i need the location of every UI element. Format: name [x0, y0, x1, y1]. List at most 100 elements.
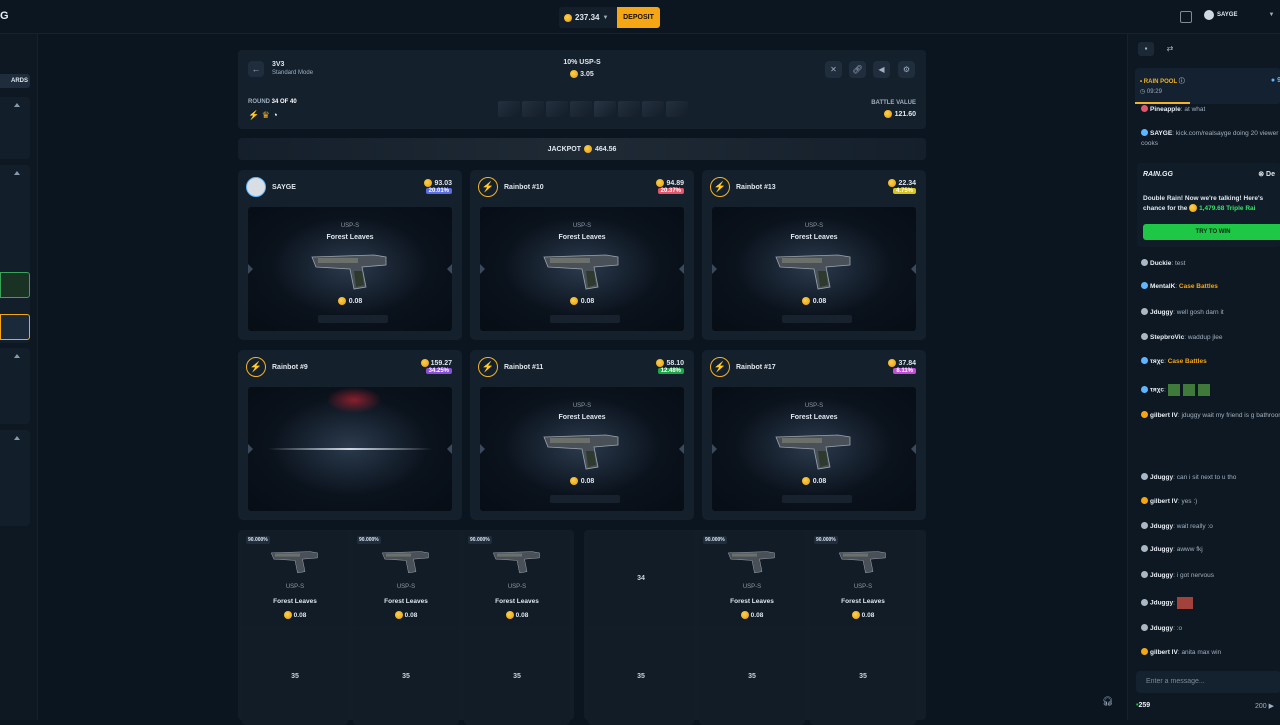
try-to-win-button[interactable]: TRY TO WIN	[1143, 224, 1280, 240]
reel	[248, 387, 452, 511]
chat-username[interactable]: gilbert IV	[1150, 498, 1178, 505]
chat-username[interactable]: gilbert IV	[1150, 412, 1178, 419]
result-cell: 35	[810, 630, 916, 725]
chat-username[interactable]: Duckie	[1150, 260, 1171, 267]
battle-modifiers: ⚡ ♛ ◔	[248, 110, 278, 121]
reel-marker-right	[447, 264, 452, 274]
chat-username[interactable]: Pineapple	[1150, 106, 1181, 113]
chat-input[interactable]: Enter a message...	[1136, 671, 1280, 693]
chat-username[interactable]: SAYGE	[1150, 130, 1172, 137]
chat-username[interactable]: τяχc	[1150, 387, 1164, 394]
gear-icon[interactable]: ⚙	[898, 61, 915, 78]
case-thumb	[498, 101, 520, 117]
chat-message: Jduggy: i got nervous	[1141, 571, 1280, 581]
coin-icon	[656, 359, 665, 367]
user-badge-icon	[1141, 129, 1148, 136]
item-name: Forest Leaves	[841, 598, 885, 605]
rain-logo: RAIN.GG	[1143, 171, 1173, 178]
chat-bubble-icon[interactable]: ▪	[1138, 42, 1154, 56]
chevron-up-icon[interactable]	[14, 171, 20, 175]
balance-display[interactable]: 237.34 ▼	[559, 7, 617, 28]
deposit-button[interactable]: DEPOSIT	[617, 7, 660, 28]
chat-username[interactable]: Jduggy	[1150, 600, 1173, 607]
reel: USP-S Forest Leaves 0.08	[480, 387, 684, 511]
chevron-up-icon[interactable]	[14, 354, 20, 358]
user-badge-icon	[1141, 624, 1148, 631]
player-name: Rainbot #17	[736, 364, 776, 371]
rain-timer: ◷ 09:29	[1140, 89, 1162, 95]
promo-close[interactable]: ⊗ De	[1258, 170, 1275, 178]
pie-icon: ◔	[272, 110, 278, 120]
chat-message: StepbroVic: waddup jlee	[1141, 333, 1280, 343]
reel-marker-left	[248, 444, 253, 454]
user-badge-icon	[1141, 571, 1148, 578]
sidebar-item[interactable]	[0, 272, 30, 298]
pistol-image	[492, 551, 540, 574]
item-subtitle: USP-S	[853, 584, 873, 590]
chat-username[interactable]: Jduggy	[1150, 546, 1173, 553]
chevron-up-icon[interactable]	[14, 103, 20, 107]
chat-message: τяχc:	[1141, 384, 1280, 396]
swap-icon[interactable]: ⇄	[1162, 42, 1178, 56]
chat-username[interactable]: τяχc	[1150, 358, 1164, 365]
leaderboards-button[interactable]: ARDS	[0, 74, 30, 88]
chat-username[interactable]: gilbert IV	[1150, 649, 1178, 656]
user-menu[interactable]: SAYGE ▼	[1204, 10, 1274, 20]
reel: USP-S Forest Leaves 0.08	[712, 207, 916, 331]
reel-item-blur	[326, 387, 382, 413]
coin-icon	[883, 110, 892, 118]
reel-marker-right	[679, 444, 684, 454]
user-badge-icon	[1141, 598, 1148, 606]
chat-username[interactable]: Jduggy	[1150, 572, 1173, 579]
chevron-up-icon[interactable]	[14, 436, 20, 440]
coin-icon	[505, 611, 514, 619]
reel-next-item	[550, 495, 620, 503]
chat-username[interactable]: StepbroVic	[1150, 334, 1184, 341]
chevron-down-icon: ▼	[1268, 12, 1275, 18]
item-name: Forest Leaves	[790, 234, 838, 241]
swords-icon[interactable]: ✕	[825, 61, 842, 78]
chat-username[interactable]: Jduggy	[1150, 309, 1173, 316]
round-indicator: ROUND 34 OF 40	[248, 99, 297, 105]
drop-chance: 90.000%	[468, 536, 492, 544]
chat-username[interactable]: Jduggy	[1150, 625, 1173, 632]
result-cell: 90.000% USP-S Forest Leaves 0.08	[353, 532, 459, 627]
sound-icon[interactable]: ◀	[873, 61, 890, 78]
rain-pool[interactable]: • RAIN POOL ⓘ ◷ 09:29 ● 9	[1135, 68, 1280, 104]
coin-icon	[584, 145, 593, 153]
chat-message: gilbert IV: anita max win	[1141, 648, 1280, 658]
bot-icon: ⚡	[478, 357, 498, 377]
reel-marker-left	[248, 264, 253, 274]
chat-text: can i sit next to u tho	[1176, 474, 1237, 481]
reel-marker-right	[679, 264, 684, 274]
user-badge-icon	[1141, 333, 1148, 340]
headset-icon[interactable]: 🎧︎	[1102, 696, 1113, 707]
chat-username[interactable]: Jduggy	[1150, 474, 1173, 481]
emote-icon	[1176, 597, 1193, 609]
gift-icon[interactable]	[1180, 11, 1192, 23]
promo-text: Double Rain! Now we're talking! Here's ch…	[1143, 195, 1264, 213]
coin-icon	[1189, 204, 1198, 213]
chat-message: Pineapple: at what	[1141, 105, 1280, 115]
reel-marker-left	[712, 444, 717, 454]
reel-marker-left	[712, 264, 717, 274]
item-price: 0.08	[480, 297, 684, 305]
item-subtitle: USP-S	[572, 403, 592, 409]
chat-username[interactable]: Jduggy	[1150, 523, 1173, 530]
sidebar-item[interactable]	[0, 314, 30, 340]
user-badge-icon	[1141, 545, 1148, 552]
player-value: 58.10	[656, 359, 684, 367]
pistol-image	[838, 551, 886, 574]
left-sidebar: ARDS	[0, 34, 38, 720]
bot-icon: ⚡	[710, 357, 730, 377]
battle-header: ← 3V3 Standard Mode 10% USP-S 3.05 ✕ 🔗︎ …	[238, 50, 926, 129]
chat-username[interactable]: MentalK	[1150, 283, 1175, 290]
coin-icon	[570, 70, 579, 78]
coin-icon	[740, 611, 749, 619]
item-price: 0.08	[699, 611, 805, 619]
item-name: Forest Leaves	[558, 234, 606, 241]
site-logo[interactable]: G	[0, 10, 9, 22]
link-icon[interactable]: 🔗︎	[849, 61, 866, 78]
result-cell: 35	[588, 630, 694, 725]
item-subtitle: USP-S	[804, 223, 824, 229]
